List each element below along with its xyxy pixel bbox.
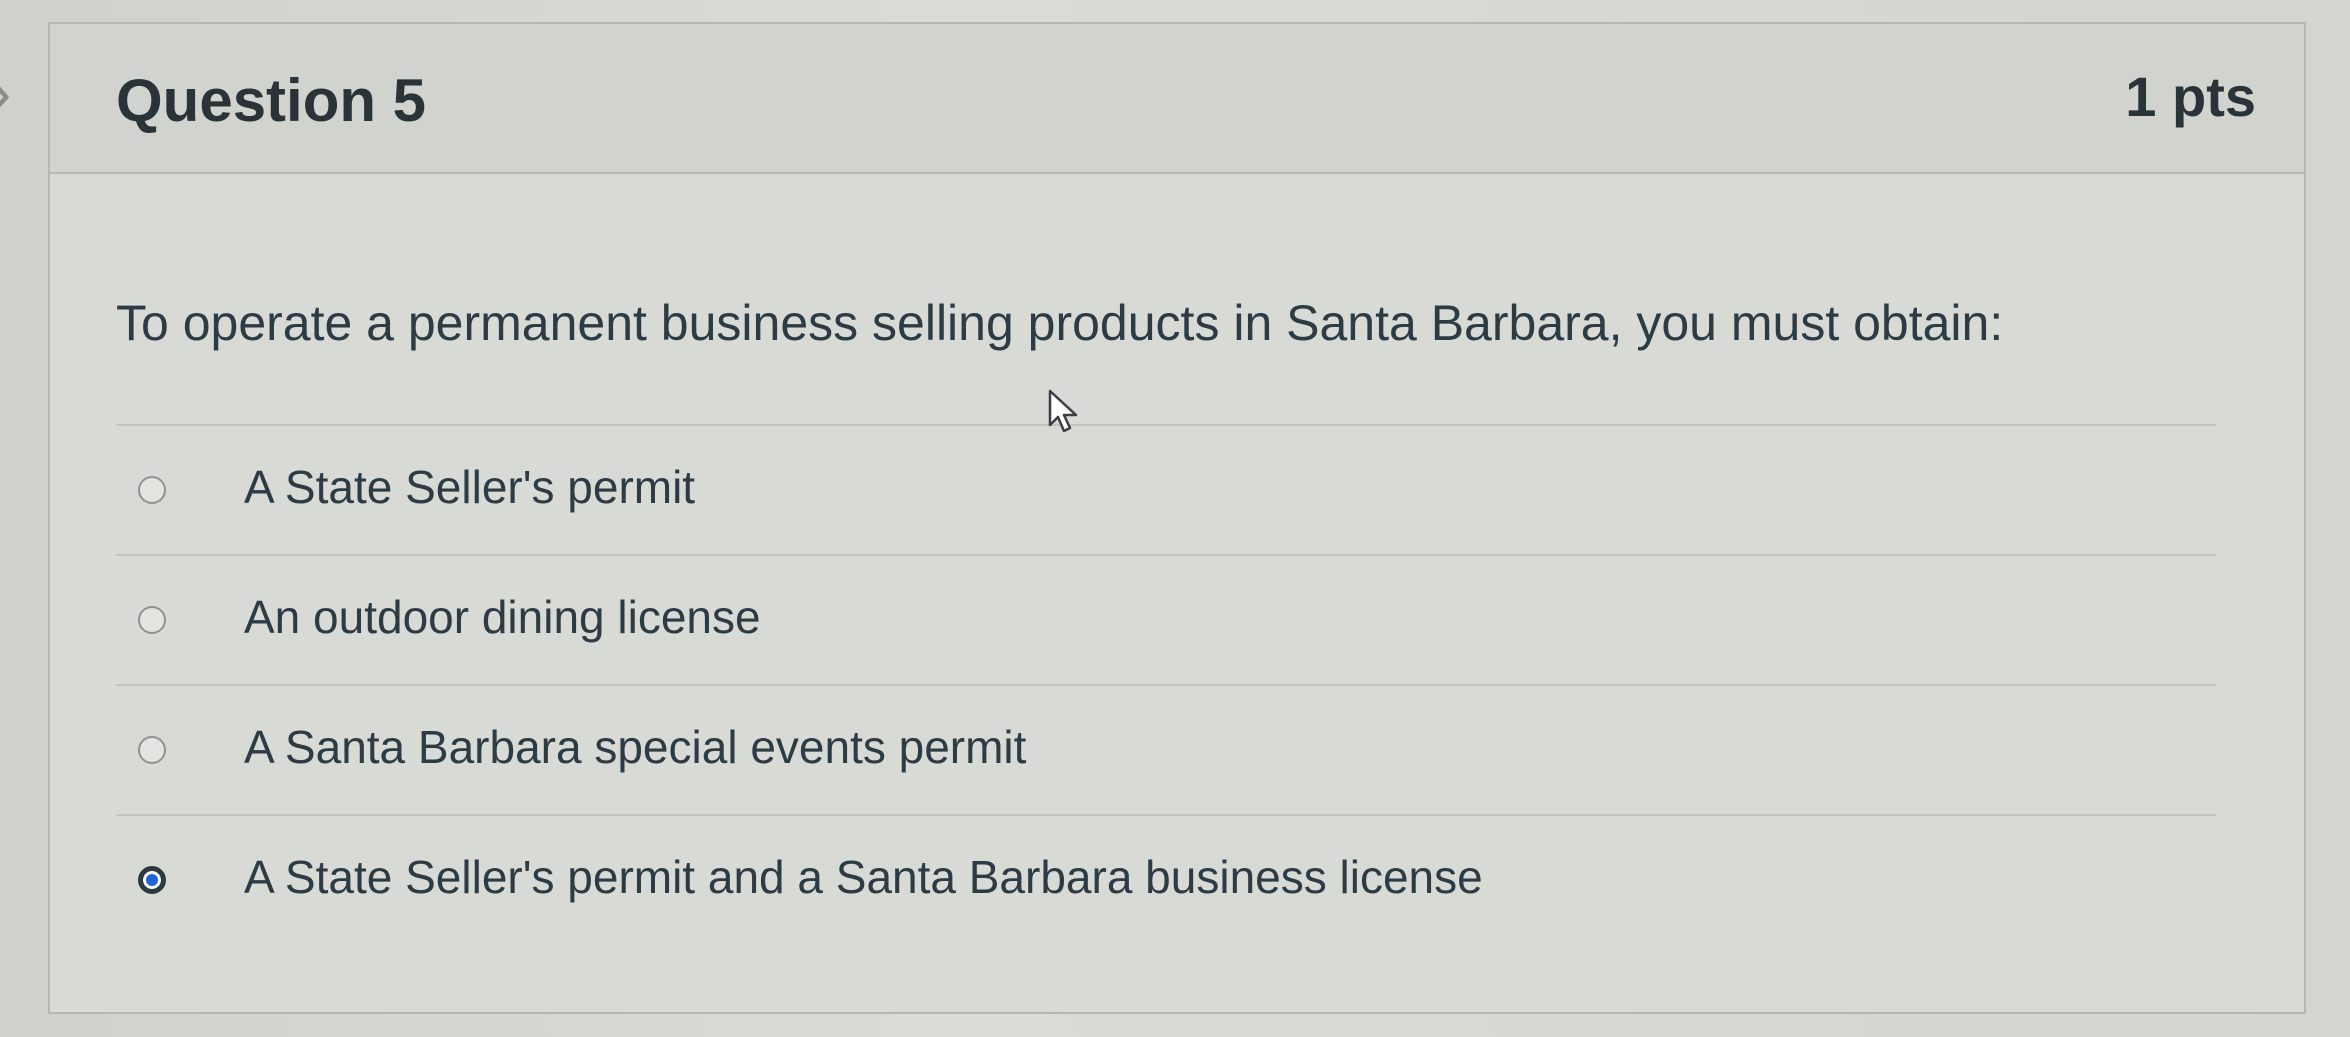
- answer-label[interactable]: An outdoor dining license: [244, 590, 761, 644]
- quiz-page: › Question 5 1 pts To operate a permanen…: [0, 0, 2350, 1037]
- radio-button[interactable]: [138, 476, 166, 504]
- question-card: Question 5 1 pts To operate a permanent …: [48, 22, 2306, 1014]
- answer-label[interactable]: A State Seller's permit: [244, 460, 695, 514]
- answer-option-1[interactable]: A State Seller's permit: [116, 424, 2216, 554]
- answer-option-2[interactable]: An outdoor dining license: [116, 554, 2216, 684]
- answer-label[interactable]: A State Seller's permit and a Santa Barb…: [244, 850, 1483, 904]
- radio-button-selected[interactable]: [138, 866, 166, 894]
- question-header: Question 5 1 pts: [50, 24, 2304, 174]
- radio-button[interactable]: [138, 606, 166, 634]
- radio-button[interactable]: [138, 736, 166, 764]
- answer-label[interactable]: A Santa Barbara special events permit: [244, 720, 1026, 774]
- answer-option-3[interactable]: A Santa Barbara special events permit: [116, 684, 2216, 814]
- question-points: 1 pts: [2125, 65, 2256, 128]
- answer-list: A State Seller's permit An outdoor dinin…: [116, 424, 2216, 944]
- chevron-right-icon[interactable]: ›: [0, 60, 20, 124]
- answer-option-4[interactable]: A State Seller's permit and a Santa Barb…: [116, 814, 2216, 944]
- mouse-cursor-icon: [1048, 389, 1078, 433]
- question-title: Question 5: [116, 67, 427, 134]
- question-text: To operate a permanent business selling …: [116, 295, 2004, 351]
